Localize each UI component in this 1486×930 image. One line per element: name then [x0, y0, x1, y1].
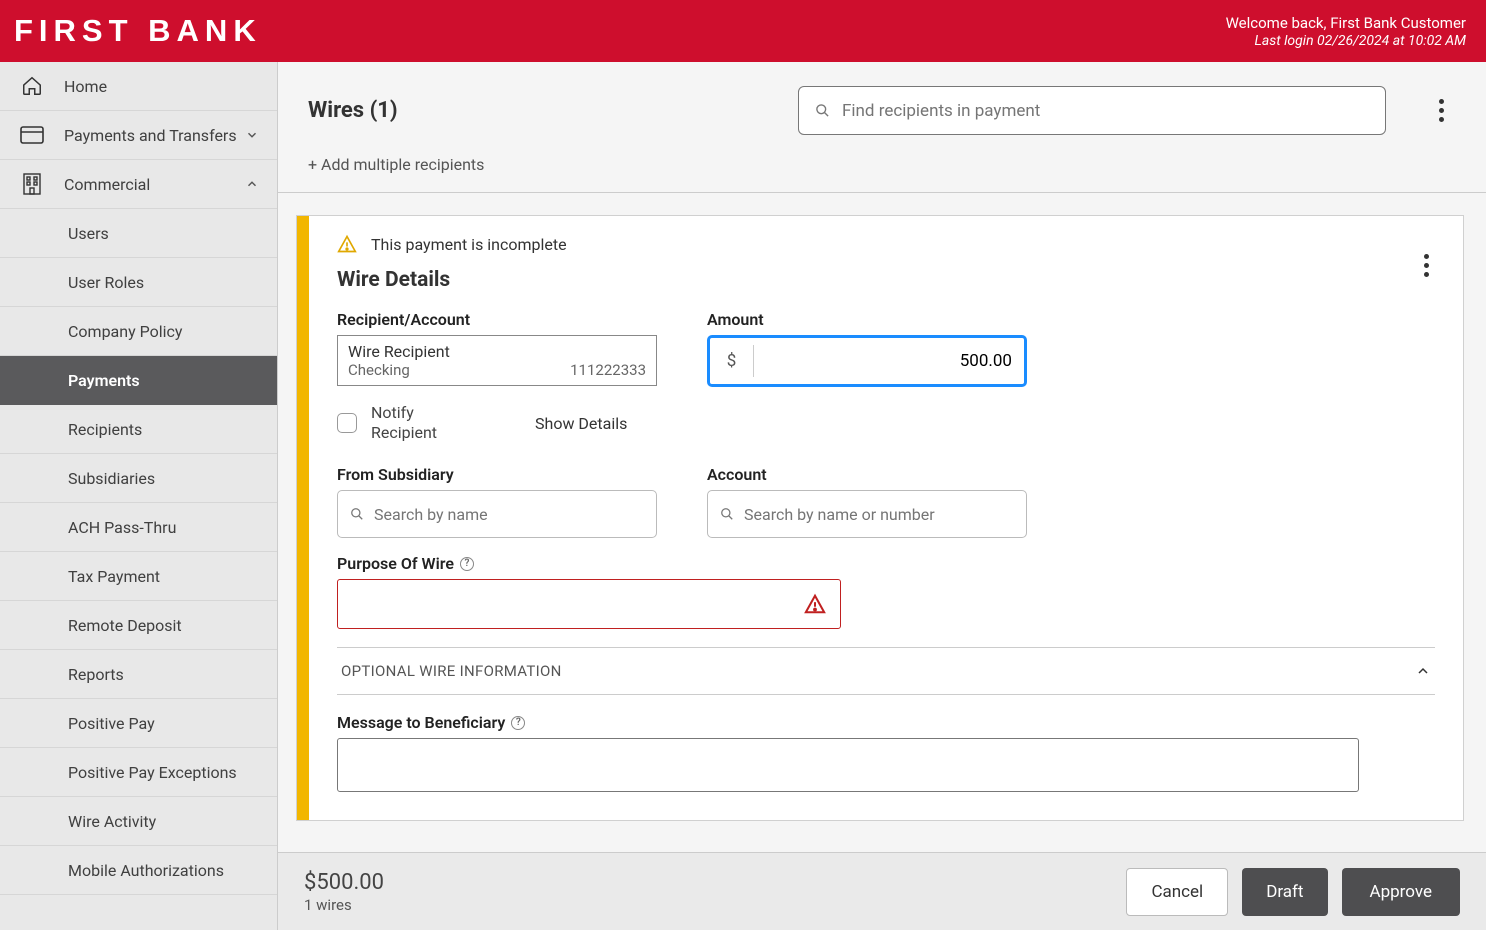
sidebar-item-label: Mobile Authorizations [68, 861, 224, 880]
sidebar-item-label: Remote Deposit [68, 616, 182, 635]
sidebar-item-payments-transfers[interactable]: Payments and Transfers [0, 111, 277, 160]
sidebar-item-mobile-authorizations[interactable]: Mobile Authorizations [0, 846, 277, 895]
sidebar-item-label: Positive Pay [68, 714, 155, 733]
footer-total: $500.00 [304, 870, 384, 895]
search-icon [350, 507, 364, 521]
sidebar-item-label: Users [68, 224, 109, 243]
recipient-type: Checking [348, 361, 410, 379]
page-menu-button[interactable] [1426, 99, 1456, 122]
recipient-search[interactable] [798, 86, 1386, 135]
search-icon [720, 507, 734, 521]
recipient-number: 111222333 [570, 361, 646, 379]
recipient-name: Wire Recipient [348, 342, 646, 361]
sidebar-item-label: Positive Pay Exceptions [68, 763, 237, 782]
wire-card: This payment is incomplete Wire Details … [296, 215, 1464, 821]
sidebar-item-label: Payments [68, 371, 140, 390]
amount-field[interactable]: $ [707, 335, 1027, 387]
sidebar-item-reports[interactable]: Reports [0, 650, 277, 699]
recipient-account-label: Recipient/Account [337, 310, 657, 329]
card-icon [18, 123, 46, 147]
kebab-icon [1439, 99, 1444, 104]
from-subsidiary-field[interactable] [337, 490, 657, 538]
bank-logo: FIRST BANK [14, 13, 262, 49]
purpose-of-wire-input[interactable] [352, 595, 804, 614]
kebab-icon [1424, 254, 1429, 259]
cancel-button[interactable]: Cancel [1126, 868, 1228, 916]
main-panel: Wires (1) + Add multiple recipients [278, 62, 1486, 930]
search-icon [815, 103, 830, 118]
sidebar-item-home[interactable]: Home [0, 62, 277, 111]
show-details-link[interactable]: Show Details [535, 414, 627, 433]
page-title: Wires (1) [308, 98, 398, 123]
sidebar-item-ach-pass-thru[interactable]: ACH Pass-Thru [0, 503, 277, 552]
help-icon[interactable]: ? [511, 716, 525, 730]
sidebar-item-label: Commercial [64, 175, 150, 194]
purpose-of-wire-label: Purpose Of Wire ? [337, 554, 1435, 573]
sidebar-item-label: Home [64, 77, 107, 96]
error-warning-icon [804, 593, 826, 615]
sidebar-item-commercial[interactable]: Commercial [0, 160, 277, 209]
optional-wire-info-toggle[interactable]: OPTIONAL WIRE INFORMATION [337, 647, 1435, 695]
welcome-text: Welcome back, First Bank Customer [1226, 14, 1466, 32]
sidebar-item-label: User Roles [68, 273, 144, 292]
purpose-of-wire-field[interactable] [337, 579, 841, 629]
message-to-beneficiary-label: Message to Beneficiary ? [337, 713, 1435, 732]
amount-input[interactable] [754, 351, 1024, 371]
sidebar-item-positive-pay[interactable]: Positive Pay [0, 699, 277, 748]
approve-button[interactable]: Approve [1342, 868, 1461, 916]
sidebar-item-company-policy[interactable]: Company Policy [0, 307, 277, 356]
add-multiple-recipients-link[interactable]: + Add multiple recipients [308, 155, 1456, 174]
help-icon[interactable]: ? [460, 557, 474, 571]
last-login-text: Last login 02/26/2024 at 10:02 AM [1226, 33, 1466, 49]
app-header: FIRST BANK Welcome back, First Bank Cust… [0, 0, 1486, 62]
message-to-beneficiary-field[interactable] [337, 738, 1359, 792]
warning-text: This payment is incomplete [371, 235, 567, 254]
sidebar-item-label: Recipients [68, 420, 142, 439]
section-title: Wire Details [337, 268, 1435, 292]
notify-recipient-checkbox[interactable] [337, 413, 357, 433]
sidebar-item-tax-payment[interactable]: Tax Payment [0, 552, 277, 601]
sidebar-item-remote-deposit[interactable]: Remote Deposit [0, 601, 277, 650]
from-subsidiary-label: From Subsidiary [337, 465, 657, 484]
recipient-account-field[interactable]: Wire Recipient Checking 111222333 [337, 335, 657, 386]
sidebar-item-recipients[interactable]: Recipients [0, 405, 277, 454]
draft-button[interactable]: Draft [1242, 868, 1327, 916]
sidebar-item-label: ACH Pass-Thru [68, 518, 176, 537]
from-subsidiary-input[interactable] [374, 505, 644, 524]
warning-icon [337, 234, 357, 254]
account-input[interactable] [744, 505, 1014, 524]
chevron-up-icon [1415, 663, 1431, 679]
recipient-search-input[interactable] [842, 101, 1369, 121]
sidebar: Home Payments and Transfers Commercial U… [0, 62, 278, 930]
footer-count: 1 wires [304, 896, 384, 914]
sidebar-item-user-roles[interactable]: User Roles [0, 258, 277, 307]
notify-recipient-label: Notify Recipient [371, 403, 451, 443]
sidebar-item-label: Reports [68, 665, 124, 684]
header-user-block: Welcome back, First Bank Customer Last l… [1226, 14, 1466, 49]
optional-wire-info-label: OPTIONAL WIRE INFORMATION [341, 662, 562, 680]
footer-bar: $500.00 1 wires Cancel Draft Approve [278, 852, 1486, 930]
sidebar-item-wire-activity[interactable]: Wire Activity [0, 797, 277, 846]
page-top: Wires (1) + Add multiple recipients [278, 62, 1486, 193]
sidebar-item-positive-pay-exceptions[interactable]: Positive Pay Exceptions [0, 748, 277, 797]
chevron-up-icon [245, 177, 259, 191]
account-label: Account [707, 465, 1027, 484]
sidebar-item-label: Payments and Transfers [64, 126, 237, 145]
sidebar-item-subsidiaries[interactable]: Subsidiaries [0, 454, 277, 503]
amount-label: Amount [707, 310, 1027, 329]
sidebar-item-label: Company Policy [68, 322, 182, 341]
sidebar-item-label: Tax Payment [68, 567, 160, 586]
building-icon [18, 172, 46, 196]
card-menu-button[interactable] [1411, 254, 1441, 277]
sidebar-item-label: Subsidiaries [68, 469, 155, 488]
account-field[interactable] [707, 490, 1027, 538]
sidebar-item-label: Wire Activity [68, 812, 156, 831]
home-icon [18, 74, 46, 98]
sidebar-item-users[interactable]: Users [0, 209, 277, 258]
content-scroll[interactable]: This payment is incomplete Wire Details … [278, 193, 1486, 852]
sidebar-item-payments[interactable]: Payments [0, 356, 277, 405]
chevron-down-icon [245, 128, 259, 142]
currency-symbol: $ [710, 345, 754, 377]
